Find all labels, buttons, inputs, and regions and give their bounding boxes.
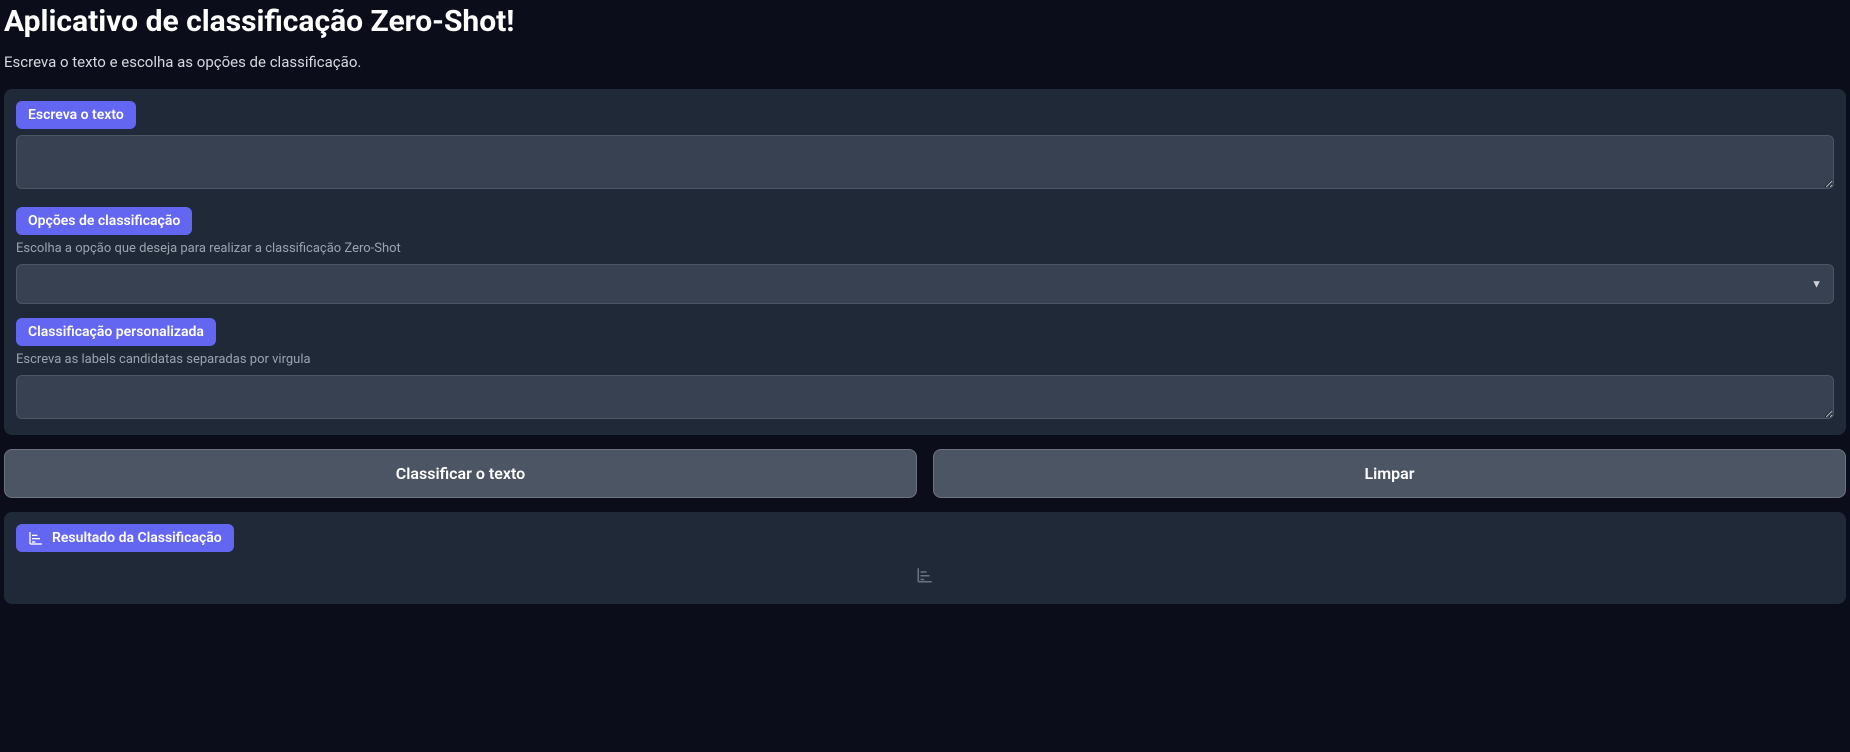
custom-labels-description: Escreva as labels candidatas separadas p… <box>16 352 1834 367</box>
bar-chart-placeholder-icon <box>916 566 934 584</box>
bar-chart-icon <box>28 530 44 546</box>
options-select[interactable] <box>16 264 1834 304</box>
custom-labels-label: Classificação personalizada <box>16 318 216 346</box>
text-input[interactable] <box>16 135 1834 189</box>
result-label: Resultado da Classificação <box>16 524 234 552</box>
form-panel: Escreva o texto Opções de classificação … <box>4 89 1846 435</box>
button-row: Classificar o texto Limpar <box>4 449 1846 498</box>
text-input-block: Escreva o texto <box>16 101 1834 193</box>
text-input-label: Escreva o texto <box>16 101 136 129</box>
page-title: Aplicativo de classificação Zero-Shot! <box>4 4 1846 39</box>
options-label: Opções de classificação <box>16 207 192 235</box>
options-block: Opções de classificação Escolha a opção … <box>16 207 1834 304</box>
result-panel: Resultado da Classificação <box>4 512 1846 604</box>
classify-button[interactable]: Classificar o texto <box>4 449 917 498</box>
custom-labels-input[interactable] <box>16 375 1834 419</box>
options-select-wrapper: ▼ <box>16 264 1834 304</box>
clear-button[interactable]: Limpar <box>933 449 1846 498</box>
page-subtitle: Escreva o texto e escolha as opções de c… <box>4 53 1846 71</box>
custom-labels-block: Classificação personalizada Escreva as l… <box>16 318 1834 423</box>
result-label-text: Resultado da Classificação <box>52 530 222 546</box>
result-placeholder <box>16 552 1834 592</box>
options-description: Escolha a opção que deseja para realizar… <box>16 241 1834 256</box>
